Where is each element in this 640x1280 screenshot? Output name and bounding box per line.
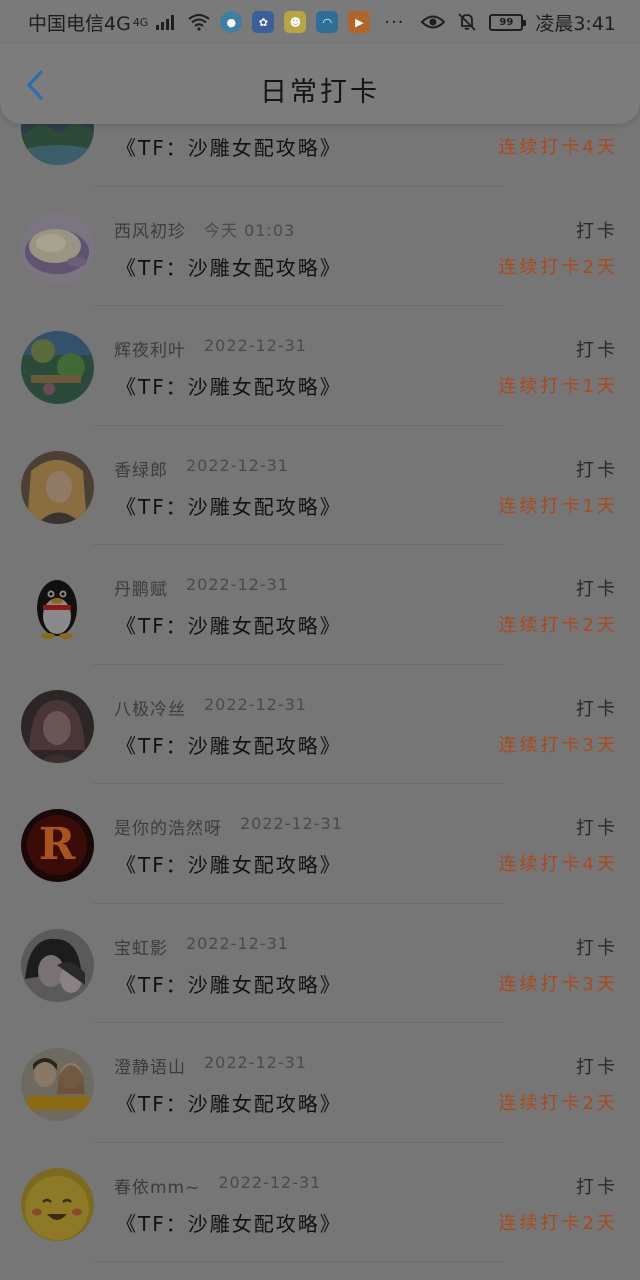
list-item[interactable]: 丹鹏赋 2022-12-31 《TF：沙雕女配攻略》 打卡 连续打卡2天 (0, 545, 640, 665)
qq-app-icon: ☻ (284, 11, 307, 33)
list-item[interactable]: 辉夜利叶 2022-12-31 《TF：沙雕女配攻略》 打卡 连续打卡1天 (0, 306, 640, 426)
app-circle-icon: ● (220, 11, 243, 33)
item-meta: 春依mm~ 2022-12-31 (114, 1173, 321, 1198)
letter-r-avatar[interactable]: R (21, 809, 94, 882)
checkin-button[interactable]: 打卡 (576, 336, 618, 362)
more-notifications-icon: ··· (384, 11, 405, 33)
user-name[interactable]: 西风初珍 (114, 217, 186, 242)
mute-bell-icon (458, 13, 476, 31)
list-item[interactable]: 宝虹影 2022-12-31 《TF：沙雕女配攻略》 打卡 连续打卡3天 (0, 904, 640, 1023)
user-name[interactable]: 澄静语山 (114, 1053, 186, 1078)
garden-avatar[interactable] (21, 331, 94, 404)
book-title: 《TF：沙雕女配攻略》 (116, 1211, 342, 1236)
checkin-button[interactable]: 打卡 (576, 456, 618, 482)
streak-label: 连续打卡2天 (498, 1093, 618, 1114)
book-title: 《TF：沙雕女配攻略》 (116, 1092, 342, 1116)
portrait-avatar[interactable] (21, 450, 94, 524)
paw-app-icon: ✿ (252, 11, 275, 33)
divider (92, 1261, 505, 1262)
list-item[interactable]: 八极冷丝 2022-12-31 《TF：沙雕女配攻略》 打卡 连续打卡3天 (0, 665, 640, 784)
book-title: 《TF：沙雕女配攻略》 (116, 136, 342, 160)
book-title: 《TF：沙雕女配攻略》 (116, 733, 342, 758)
checkin-time: 2022-12-31 (240, 814, 343, 833)
book-title: 《TF：沙雕女配攻略》 (116, 614, 342, 638)
status-bar: 中国电信4G 4G ● ✿ ☻ ◠ ▶ ··· 99 凌晨3:41 (0, 0, 640, 44)
penguin-avatar[interactable] (21, 570, 94, 643)
anime-couple-avatar[interactable] (21, 928, 94, 1002)
book-title: 《TF：沙雕女配攻略》 (116, 853, 342, 877)
checkin-button[interactable]: 打卡 (576, 814, 618, 840)
couple-photo-avatar[interactable] (21, 1048, 94, 1121)
item-meta: 西风初珍 今天 01:03 (114, 217, 295, 242)
smiley-avatar[interactable] (21, 1167, 94, 1241)
food-bowl-avatar[interactable] (21, 211, 94, 285)
svg-text:R: R (39, 819, 76, 870)
checkin-time: 今天 01:03 (204, 220, 296, 240)
status-right: 99 凌晨3:41 (421, 9, 616, 36)
network-badge: 4G (132, 15, 149, 29)
checkin-button[interactable]: 打卡 (576, 1173, 618, 1199)
checkin-time: 2022-12-31 (186, 575, 289, 594)
checkin-time: 2022-12-31 (186, 455, 289, 475)
item-meta: 澄静语山 2022-12-31 (114, 1053, 307, 1078)
battery-level: 99 (499, 16, 514, 28)
streak-label: 连续打卡3天 (498, 973, 618, 995)
user-name[interactable]: 香绿郎 (114, 456, 168, 481)
streak-label: 连续打卡2天 (498, 256, 618, 278)
top-navigation-bar: 日常打卡 (0, 44, 640, 124)
checkin-time: 2022-12-31 (204, 336, 307, 355)
signal-icon (156, 14, 175, 30)
item-meta: 是你的浩然呀 2022-12-31 (114, 814, 343, 839)
book-title: 《TF：沙雕女配攻略》 (116, 375, 342, 399)
video-app-icon: ▶ (348, 11, 371, 33)
item-meta: 辉夜利叶 2022-12-31 (114, 336, 307, 361)
book-title: 《TF：沙雕女配攻略》 (116, 972, 342, 997)
checkin-button[interactable]: 打卡 (576, 217, 618, 243)
streak-label: 连续打卡3天 (498, 734, 618, 756)
checkin-button[interactable]: 打卡 (576, 1053, 618, 1079)
streak-label: 连续打卡2天 (498, 615, 618, 636)
browser-app-icon: ◠ (316, 11, 339, 33)
item-meta: 香绿郎 2022-12-31 (114, 456, 289, 481)
clock: 凌晨3:41 (535, 12, 616, 35)
checkin-button[interactable]: 打卡 (576, 575, 618, 601)
list-item[interactable]: 春依mm~ 2022-12-31 《TF：沙雕女配攻略》 打卡 连续打卡2天 (0, 1143, 640, 1262)
list-item[interactable]: 香绿郎 2022-12-31 《TF：沙雕女配攻略》 打卡 连续打卡1天 (0, 426, 640, 545)
eye-icon (421, 15, 446, 29)
user-name[interactable]: 辉夜利叶 (114, 336, 186, 361)
item-meta: 八极冷丝 2022-12-31 (114, 695, 307, 720)
status-left: 中国电信4G 4G ● ✿ ☻ ◠ ▶ ··· (28, 9, 405, 36)
user-name[interactable]: 丹鹏赋 (114, 575, 168, 600)
item-meta: 丹鹏赋 2022-12-31 (114, 575, 289, 600)
checkin-time: 2022-12-31 (204, 1053, 307, 1072)
battery-icon: 99 (489, 13, 527, 31)
checkin-button[interactable]: 打卡 (576, 695, 618, 721)
page-title: 日常打卡 (260, 77, 380, 108)
checkin-time: 2022-12-31 (218, 1172, 322, 1192)
list-item[interactable]: 西风初珍 今天 01:03 《TF：沙雕女配攻略》 打卡 连续打卡2天 (0, 187, 640, 306)
list-item[interactable]: R 是你的浩然呀 2022-12-31 《TF：沙雕女配攻略》 打卡 连续打卡4… (0, 784, 640, 904)
list-item[interactable]: 澄静语山 2022-12-31 《TF：沙雕女配攻略》 打卡 连续打卡2天 (0, 1023, 640, 1143)
checkin-time: 2022-12-31 (204, 694, 307, 714)
streak-label: 连续打卡1天 (498, 376, 618, 397)
checkin-list: 《TF：沙雕女配攻略》 连续打卡4天 西风初珍 今天 01:03 《TF：沙雕女… (0, 67, 640, 1262)
carrier-label: 中国电信4G (28, 12, 131, 35)
streak-label: 连续打卡4天 (498, 137, 618, 158)
streak-label: 连续打卡4天 (498, 854, 618, 875)
item-meta: 宝虹影 2022-12-31 (114, 934, 289, 959)
book-title: 《TF：沙雕女配攻略》 (116, 494, 342, 519)
user-name[interactable]: 宝虹影 (114, 934, 168, 959)
anime-girl-avatar[interactable] (21, 689, 94, 763)
checkin-time: 2022-12-31 (186, 933, 289, 953)
streak-label: 连续打卡2天 (498, 1212, 618, 1234)
checkin-button[interactable]: 打卡 (576, 934, 618, 960)
streak-label: 连续打卡1天 (498, 495, 618, 517)
user-name[interactable]: 是你的浩然呀 (114, 814, 222, 839)
user-name[interactable]: 八极冷丝 (114, 695, 186, 720)
book-title: 《TF：沙雕女配攻略》 (116, 255, 342, 280)
checkin-page: 中国电信4G 4G ● ✿ ☻ ◠ ▶ ··· 99 凌晨3:41 日常打卡 《… (0, 0, 640, 1280)
wifi-icon (188, 14, 210, 31)
user-name[interactable]: 春依mm~ (114, 1173, 200, 1198)
